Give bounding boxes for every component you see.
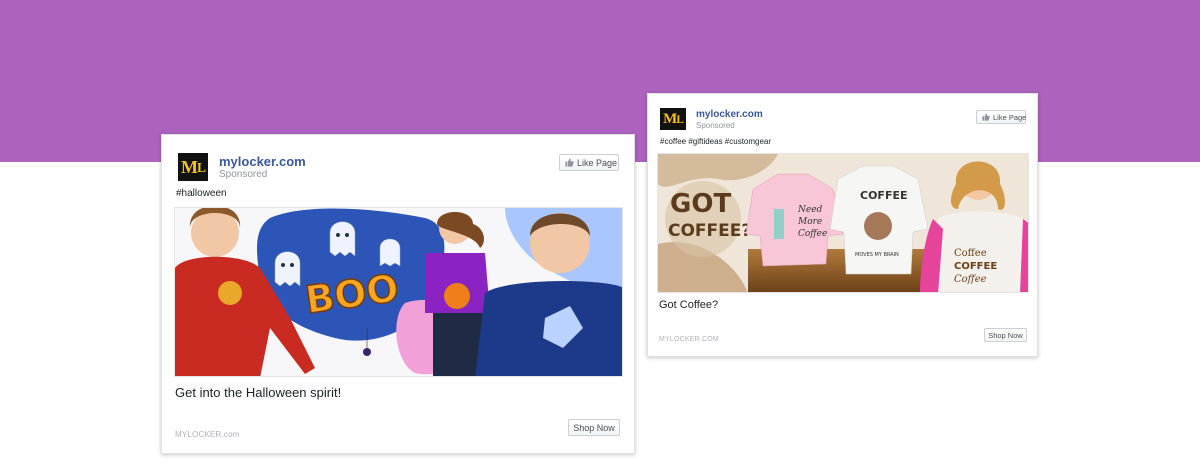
- logo-l: L: [196, 160, 206, 176]
- logo-l: L: [676, 114, 683, 127]
- more-text: More: [797, 217, 822, 227]
- ad-image-coffee[interactable]: GOT COFFEE? Need More Coffee COFFEE MOVE…: [657, 153, 1029, 293]
- shop-now-button[interactable]: Shop Now: [984, 328, 1027, 342]
- sponsored-label: Sponsored: [696, 121, 735, 130]
- ad-image-halloween[interactable]: BOO: [174, 207, 623, 377]
- page-name-link[interactable]: mylocker.com: [219, 154, 306, 169]
- post-hashtags[interactable]: #halloween: [176, 188, 227, 199]
- logo-m: M: [663, 110, 677, 127]
- page-name-link[interactable]: mylocker.com: [696, 109, 763, 120]
- logo-m: M: [180, 156, 198, 177]
- coffee-shirts-photo: GOT COFFEE? Need More Coffee COFFEE MOVE…: [658, 154, 1028, 292]
- coffee-question-text: COFFEE?: [668, 221, 751, 241]
- ad-headline[interactable]: Got Coffee?: [659, 299, 718, 311]
- page-logo[interactable]: ML: [660, 108, 686, 130]
- ad-card-coffee: ML mylocker.com Sponsored Like Page #cof…: [647, 93, 1038, 357]
- coffee-line-2: COFFEE: [954, 261, 997, 272]
- need-text: Need: [797, 205, 823, 215]
- coffee-line-3: Coffee: [954, 274, 987, 285]
- coffee-shirt-text: Coffee: [798, 229, 827, 239]
- moves-my-brain-text: MOVES MY BRAIN: [855, 252, 899, 258]
- like-page-button[interactable]: Like Page: [559, 154, 619, 171]
- thumbs-up-icon: [982, 113, 990, 121]
- ad-headline[interactable]: Get into the Halloween spirit!: [175, 385, 341, 400]
- ad-card-halloween: ML mylocker.com Sponsored Like Page #hal…: [161, 134, 635, 454]
- post-hashtags[interactable]: #coffee #giftideas #customgear: [660, 137, 771, 146]
- like-page-label: Like Page: [993, 112, 1027, 122]
- got-text: GOT: [670, 189, 731, 219]
- ad-domain[interactable]: MYLOCKER.COM: [659, 336, 719, 343]
- ad-domain[interactable]: MYLOCKER.com: [175, 430, 240, 439]
- sponsored-label: Sponsored: [219, 169, 268, 180]
- coffee-caps-text: COFFEE: [860, 189, 907, 202]
- thumbs-up-icon: [565, 158, 574, 167]
- like-page-label: Like Page: [577, 157, 618, 168]
- like-page-button[interactable]: Like Page: [976, 110, 1026, 124]
- coffee-line-1: Coffee: [954, 248, 987, 259]
- page-logo[interactable]: ML: [178, 153, 208, 181]
- halloween-kids-photo: BOO: [175, 208, 622, 376]
- shop-now-button[interactable]: Shop Now: [568, 419, 620, 436]
